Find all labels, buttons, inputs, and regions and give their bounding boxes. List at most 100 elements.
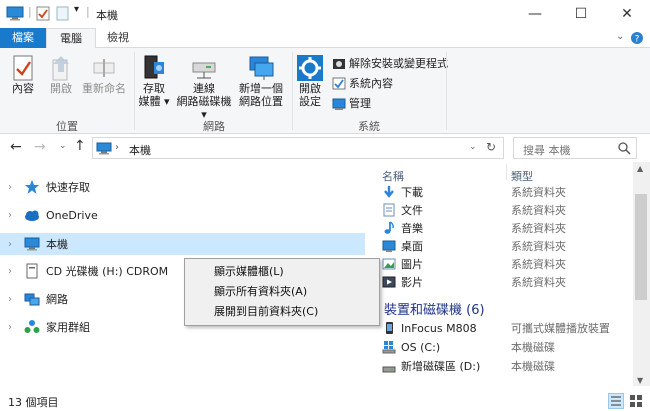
forward-arrow-icon[interactable]: →: [34, 139, 46, 155]
expand-chevron-icon[interactable]: ›: [8, 210, 18, 221]
network-location-icon: [249, 56, 274, 80]
expand-chevron-icon[interactable]: ›: [8, 266, 18, 277]
map-network-drive-button[interactable]: 連線 網路磁碟機 ▾: [172, 54, 236, 121]
computer-icon[interactable]: [6, 6, 24, 21]
rename-button[interactable]: 重新命名: [80, 54, 128, 95]
expand-chevron-icon[interactable]: ›: [8, 294, 18, 305]
group-label-network: 網路: [203, 120, 225, 133]
document-icon: [383, 203, 395, 217]
system-properties-button[interactable]: 系統內容: [332, 75, 393, 91]
window-title: 本機: [96, 9, 118, 22]
file-row-videos[interactable]: 影片 系統資料夾: [382, 273, 637, 291]
ribbon-collapse-icon[interactable]: ⌄: [616, 31, 624, 42]
search-box[interactable]: 搜尋 本機: [513, 137, 637, 159]
video-icon: [382, 276, 396, 288]
column-divider[interactable]: [506, 164, 507, 180]
qat-dropdown-icon[interactable]: ▾: [74, 4, 79, 15]
manage-icon: [332, 98, 346, 110]
homegroup-icon: [24, 320, 40, 333]
qat-divider: |: [28, 5, 32, 18]
device-row-d[interactable]: 新增磁碟區 (D:) 本機磁碟: [382, 357, 637, 375]
title-divider: |: [86, 5, 90, 18]
group-separator: [446, 52, 447, 130]
menu-item-show-all-folders[interactable]: 顯示所有資料夾(A): [185, 283, 379, 301]
group-label-system: 系統: [358, 120, 380, 133]
ribbon: 內容 開啟 重新命名 位置 存取 媒體 ▾ 連線 網路磁碟機 ▾ 新增一個 網路…: [0, 48, 650, 134]
picture-icon: [382, 258, 396, 270]
nav-item-homegroup[interactable]: › 家用群組: [0, 316, 180, 338]
nav-item-onedrive[interactable]: › OneDrive: [0, 204, 365, 226]
column-header-name[interactable]: 名稱: [382, 168, 404, 184]
section-header-devices[interactable]: 裝置和磁碟機 (6): [384, 299, 485, 318]
open-settings-button[interactable]: 開啟 設定: [295, 54, 325, 108]
manage-button[interactable]: 管理: [332, 95, 371, 111]
maximize-button[interactable]: ☐: [558, 0, 604, 28]
scroll-up-icon[interactable]: ▲: [637, 164, 643, 173]
group-separator: [292, 52, 293, 130]
device-row-infocus[interactable]: InFocus M808 可攜式媒體播放裝置: [382, 319, 637, 337]
scrollbar-thumb[interactable]: [635, 194, 647, 300]
file-row-pictures[interactable]: 圖片 系統資料夾: [382, 255, 637, 273]
open-button[interactable]: 開啟: [46, 54, 76, 95]
device-row-os-c[interactable]: OS (C:) 本機磁碟: [382, 338, 637, 356]
status-bar: 13 個項目: [0, 390, 650, 412]
menu-item-expand-to-current[interactable]: 展開到目前資料夾(C): [185, 303, 379, 321]
download-icon: [384, 186, 394, 198]
help-icon[interactable]: ?: [630, 31, 644, 45]
up-arrow-icon[interactable]: ↑: [74, 138, 86, 154]
file-row-documents[interactable]: 文件 系統資料夾: [382, 201, 637, 219]
tab-file[interactable]: 檔案: [0, 28, 46, 48]
back-arrow-icon[interactable]: ←: [10, 139, 22, 155]
large-icons-view-icon[interactable]: [628, 393, 644, 409]
nav-item-cd-drive[interactable]: › CD 光碟機 (H:) CDROM: [0, 260, 180, 282]
ribbon-tab-row: 檔案 電腦 檢視 ⌄ ?: [0, 28, 650, 49]
column-header-type[interactable]: 類型: [511, 168, 533, 184]
nav-item-network[interactable]: › 網路: [0, 288, 180, 310]
add-network-location-button[interactable]: 新增一個 網路位置: [236, 54, 286, 108]
expand-chevron-icon[interactable]: ›: [8, 239, 18, 250]
breadcrumb-separator-icon[interactable]: ›: [115, 142, 119, 153]
file-row-music[interactable]: 音樂 系統資料夾: [382, 219, 637, 237]
new-folder-icon[interactable]: [56, 6, 69, 21]
group-label-location: 位置: [56, 120, 78, 133]
svg-text:?: ?: [635, 35, 640, 45]
uninstall-program-button[interactable]: 解除安裝或變更程式: [332, 55, 448, 71]
recent-locations-icon[interactable]: ⌄: [59, 141, 67, 151]
access-media-button[interactable]: 存取 媒體 ▾: [138, 54, 170, 108]
file-row-desktop[interactable]: 桌面 系統資料夾: [382, 237, 637, 255]
details-view-icon[interactable]: [608, 393, 624, 409]
music-icon: [384, 221, 394, 234]
nav-item-this-pc[interactable]: › 本機: [0, 233, 365, 255]
uninstall-icon: [333, 58, 345, 69]
address-row: ← → ⌄ ↑ › 本機 ⌄ ↻ 搜尋 本機: [0, 134, 650, 162]
drive-icon: [382, 366, 396, 373]
address-bar[interactable]: › 本機 ⌄ ↻: [92, 137, 504, 159]
properties-large-icon: [13, 55, 33, 81]
computer-icon: [24, 237, 40, 251]
close-button[interactable]: ✕: [604, 0, 650, 28]
media-server-icon: [144, 55, 164, 79]
desktop-icon: [382, 240, 396, 252]
windows-drive-icon: [382, 341, 396, 354]
search-placeholder: 搜尋 本機: [523, 144, 571, 157]
context-menu: 顯示媒體櫃(L) 顯示所有資料夾(A) 展開到目前資料夾(C): [184, 258, 380, 326]
properties-button[interactable]: 內容: [8, 54, 38, 95]
network-drive-icon: [192, 62, 216, 79]
expand-chevron-icon[interactable]: ›: [8, 182, 18, 193]
scroll-down-icon[interactable]: ▼: [637, 376, 643, 385]
expand-chevron-icon[interactable]: ›: [8, 322, 18, 333]
minimize-button[interactable]: —: [512, 0, 558, 28]
address-dropdown-icon[interactable]: ⌄: [469, 142, 477, 152]
tab-view[interactable]: 檢視: [98, 28, 138, 48]
breadcrumb-current[interactable]: 本機: [129, 142, 151, 158]
title-bar: | ▾ | 本機 — ☐ ✕: [0, 0, 650, 28]
tab-computer[interactable]: 電腦: [46, 28, 96, 49]
menu-item-show-libraries[interactable]: 顯示媒體櫃(L): [185, 263, 379, 281]
search-icon[interactable]: [618, 142, 631, 155]
nav-item-quick-access[interactable]: › 快速存取: [0, 176, 365, 198]
properties-icon[interactable]: [36, 6, 50, 21]
refresh-icon[interactable]: ↻: [486, 140, 496, 154]
network-icon: [24, 293, 40, 306]
file-row-downloads[interactable]: 下載 系統資料夾: [382, 183, 637, 201]
cd-drive-icon: [26, 263, 38, 279]
